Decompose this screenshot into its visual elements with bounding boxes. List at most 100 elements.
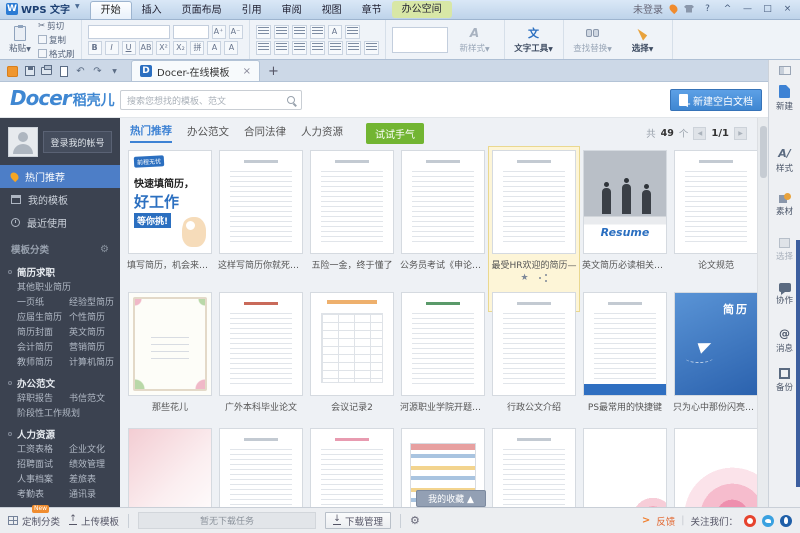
category-office-docs[interactable]: 办公范文 — [0, 370, 120, 392]
template-card[interactable]: 五险一金，终于懂了 — [310, 150, 394, 282]
print-button[interactable] — [38, 62, 55, 80]
search-icon[interactable] — [287, 96, 295, 104]
menu-tab-office-space[interactable]: 办公空间 — [392, 1, 452, 18]
category-link[interactable]: 绩效管理 — [69, 458, 120, 472]
template-card[interactable] — [219, 428, 303, 507]
underline-button[interactable]: U — [122, 41, 136, 55]
template-card[interactable]: PS最常用的快捷键 — [583, 292, 667, 413]
template-card[interactable] — [583, 428, 667, 507]
custom-category-button[interactable]: New 定制分类 — [8, 514, 60, 528]
template-card[interactable]: 这样写简历你就死定了 — [219, 150, 303, 282]
font-color-button[interactable]: A — [207, 41, 221, 55]
align-left-button[interactable] — [256, 41, 271, 55]
category-link[interactable]: 其他职业简历 — [17, 281, 120, 295]
template-card[interactable] — [674, 428, 757, 507]
sort-button[interactable] — [345, 25, 360, 39]
category-link[interactable]: 差旅表 — [69, 473, 120, 487]
numbering-button[interactable] — [274, 25, 289, 39]
wps-home-button[interactable] — [4, 62, 21, 80]
search-input[interactable]: 搜索您想找的模板、范文 — [120, 90, 302, 110]
find-replace-button[interactable]: 查找替换▼ — [570, 25, 616, 54]
new-style-button[interactable]: A 新样式▼ — [452, 25, 498, 54]
app-menu-dropdown-icon[interactable]: ▼ — [75, 3, 80, 10]
window-scrollbar-thumb[interactable] — [796, 240, 800, 487]
menu-tab-references[interactable]: 引用 — [232, 2, 272, 19]
format-painter-button[interactable]: 格式刷 — [38, 48, 75, 60]
upload-template-button[interactable]: ↑ 上传模板 — [69, 514, 119, 528]
increase-indent-button[interactable] — [310, 25, 325, 39]
collapse-ribbon-icon[interactable]: ^ — [721, 3, 734, 15]
content-tab-office[interactable]: 办公范文 — [187, 124, 229, 142]
line-spacing-button[interactable] — [328, 41, 343, 55]
tab-close-icon[interactable]: × — [243, 66, 251, 77]
italic-button[interactable]: I — [105, 41, 119, 55]
undo-button[interactable]: ↶ — [72, 62, 89, 80]
template-card[interactable]: 会议记录2 — [310, 292, 394, 413]
align-center-button[interactable] — [274, 41, 289, 55]
template-card-highlighted[interactable]: 最受HR欢迎的简历— ★ — [492, 150, 576, 282]
settings-gear-icon[interactable]: ⚙ — [410, 514, 420, 527]
subscript-button[interactable]: X₂ — [173, 41, 187, 55]
template-card[interactable]: 公务员考试《申论》万 — [401, 150, 485, 282]
lucky-button[interactable]: 试试手气 — [366, 123, 424, 144]
template-card[interactable]: 广外本科毕业论文 — [219, 292, 303, 413]
border-button[interactable] — [364, 41, 379, 55]
char-shading-button[interactable]: A — [224, 41, 238, 55]
category-link[interactable]: 个性简历 — [69, 311, 120, 325]
category-link[interactable]: 简历封面 — [17, 326, 69, 340]
new-tab-button[interactable]: + — [268, 64, 279, 79]
select-button[interactable]: 选择▼ — [620, 25, 666, 54]
next-page-button[interactable]: ▶ — [734, 127, 747, 140]
category-link[interactable]: 人事档案 — [17, 473, 69, 487]
content-tab-hr[interactable]: 人力资源 — [301, 124, 343, 142]
minimize-icon[interactable]: — — [741, 3, 754, 15]
template-card[interactable]: 论文规范 — [674, 150, 757, 282]
category-link[interactable]: 会计简历 — [17, 341, 69, 355]
tencent-weibo-icon[interactable] — [762, 515, 774, 527]
category-link[interactable]: 教师简历 — [17, 356, 69, 370]
login-button[interactable]: 登录我的帐号 — [43, 131, 112, 153]
template-card[interactable]: 河源职业学院开题报告 — [401, 292, 485, 413]
category-link[interactable]: 书信范文 — [69, 392, 120, 406]
redo-button[interactable]: ↷ — [89, 62, 106, 80]
content-scrollbar[interactable] — [757, 118, 768, 507]
content-tab-legal[interactable]: 合同法律 — [244, 124, 286, 142]
template-card[interactable] — [492, 428, 576, 507]
rightbar-new-button[interactable]: 新建 — [769, 85, 800, 112]
close-icon[interactable]: × — [781, 3, 794, 15]
category-link[interactable]: 一页纸 — [17, 296, 69, 310]
copy-button[interactable]: 复制 — [38, 34, 75, 46]
scrollbar-thumb[interactable] — [760, 126, 767, 178]
decrease-indent-button[interactable] — [292, 25, 307, 39]
paste-button[interactable]: 粘贴▼ — [6, 26, 34, 54]
category-resume[interactable]: 简历求职 — [0, 259, 120, 281]
pinyin-guide-button[interactable]: 拼 — [190, 41, 204, 55]
share-icon[interactable] — [539, 277, 541, 279]
font-size-select[interactable] — [173, 25, 209, 39]
rightbar-material-button[interactable]: 素材 — [769, 193, 800, 217]
menu-tab-view[interactable]: 视图 — [312, 2, 352, 19]
style-gallery[interactable] — [392, 27, 448, 53]
sidebar-item-my-templates[interactable]: 我的模板 — [0, 188, 120, 211]
cut-button[interactable]: ✂剪切 — [38, 20, 75, 32]
bold-button[interactable]: B — [88, 41, 102, 55]
category-link[interactable]: 企业文化 — [69, 443, 120, 457]
prev-page-button[interactable]: ◀ — [693, 127, 706, 140]
weibo-icon[interactable] — [744, 515, 756, 527]
category-settings-gear-icon[interactable]: ⚙ — [100, 244, 109, 255]
menu-tab-insert[interactable]: 插入 — [132, 2, 172, 19]
sidebar-item-hot[interactable]: 热门推荐 — [0, 165, 120, 188]
category-link[interactable]: 招聘面试 — [17, 458, 69, 472]
sidebar-item-recent[interactable]: 最近使用 — [0, 211, 120, 234]
template-card[interactable]: 行政公文介绍 — [492, 292, 576, 413]
strikethrough-button[interactable]: AB — [139, 41, 154, 55]
shrink-font-button[interactable]: A⁻ — [229, 25, 243, 39]
category-link[interactable]: 工资表格 — [17, 443, 69, 457]
qq-icon[interactable] — [780, 515, 792, 527]
feedback-link[interactable]: 反馈 — [656, 514, 675, 528]
font-name-select[interactable] — [88, 25, 170, 39]
menu-tab-section[interactable]: 章节 — [352, 2, 392, 19]
star-icon[interactable]: ★ — [520, 274, 528, 282]
category-link[interactable]: 经验型简历 — [69, 296, 120, 310]
category-link[interactable]: 阶段性工作规划 — [17, 407, 120, 421]
